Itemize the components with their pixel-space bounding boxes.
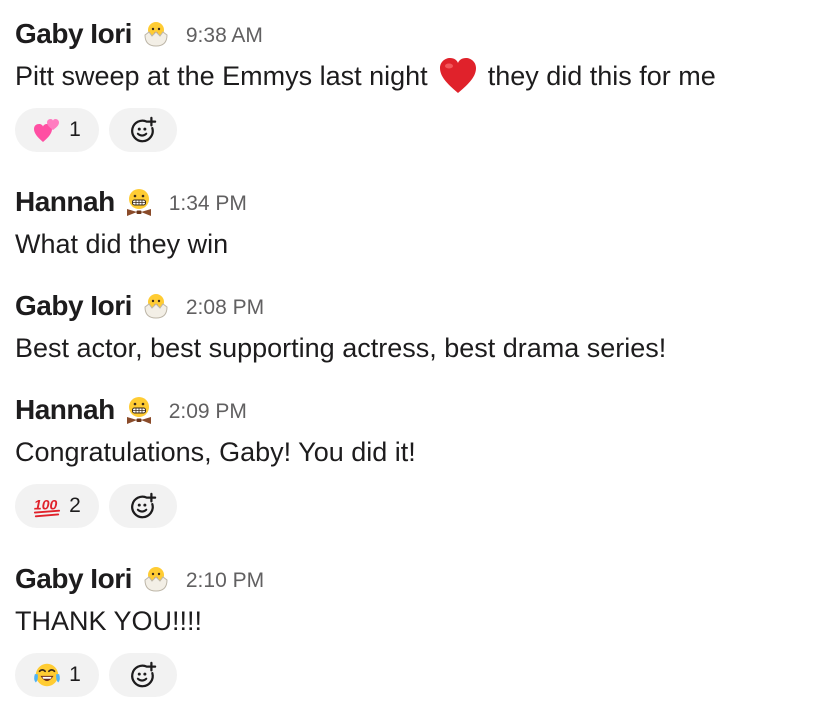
add-reaction-icon (129, 492, 157, 520)
hundred-points-icon: 100 (33, 492, 61, 520)
author-name[interactable]: Hannah (15, 394, 115, 426)
reaction-hundred-points[interactable]: 100 2 (15, 484, 99, 528)
red-heart-icon (436, 54, 480, 98)
author-name[interactable]: Gaby Iori (15, 18, 132, 50)
message-item: Hannah 2:09 PM Congratulations, Gaby! Yo… (15, 392, 812, 528)
timestamp[interactable]: 2:10 PM (186, 566, 264, 593)
timestamp[interactable]: 2:08 PM (186, 293, 264, 320)
hatching-chick-icon[interactable] (140, 290, 172, 322)
hatching-chick-icon[interactable] (140, 563, 172, 595)
message-text: Pitt sweep at the Emmys last night they … (15, 54, 812, 98)
message-item: Gaby Iori 9:38 AM Pitt sweep at the Emmy… (15, 16, 812, 152)
message-header: Gaby Iori 2:08 PM (15, 288, 812, 324)
tears-of-joy-icon (33, 661, 61, 689)
add-reaction-button[interactable] (109, 108, 177, 152)
timestamp[interactable]: 2:09 PM (169, 397, 247, 424)
message-text: Best actor, best supporting actress, bes… (15, 333, 667, 363)
reactions-bar: 1 (15, 108, 812, 152)
author-name[interactable]: Gaby Iori (15, 563, 132, 595)
timestamp[interactable]: 1:34 PM (169, 189, 247, 216)
reaction-count: 1 (69, 118, 81, 141)
message-item: Gaby Iori 2:08 PM Best actor, best suppo… (15, 288, 812, 370)
reaction-two-hearts[interactable]: 1 (15, 108, 99, 152)
message-header: Hannah 2:09 PM (15, 392, 812, 428)
author-name[interactable]: Gaby Iori (15, 290, 132, 322)
author-name[interactable]: Hannah (15, 186, 115, 218)
message-header: Hannah 1:34 PM (15, 184, 812, 220)
message-item: Gaby Iori 2:10 PM THANK YOU!!!! 1 (15, 561, 812, 697)
reaction-tears-of-joy[interactable]: 1 (15, 653, 99, 697)
message-text: Congratulations, Gaby! You did it! (15, 437, 416, 467)
message-header: Gaby Iori 2:10 PM (15, 561, 812, 597)
grimacing-bowtie-icon[interactable] (123, 186, 155, 218)
reactions-bar: 1 (15, 653, 812, 697)
timestamp[interactable]: 9:38 AM (186, 21, 263, 48)
message-item: Hannah 1:34 PM What did they win (15, 184, 812, 266)
add-reaction-icon (129, 116, 157, 144)
reaction-count: 2 (69, 494, 81, 517)
reactions-bar: 100 2 (15, 484, 812, 528)
message-text-part: Pitt sweep at the Emmys last night (15, 61, 428, 91)
message-text: THANK YOU!!!! (15, 606, 203, 636)
two-hearts-icon (33, 116, 61, 144)
grimacing-bowtie-icon[interactable] (123, 394, 155, 426)
add-reaction-icon (129, 661, 157, 689)
message-text: What did they win (15, 229, 229, 259)
hatching-chick-icon[interactable] (140, 18, 172, 50)
message-header: Gaby Iori 9:38 AM (15, 16, 812, 52)
reaction-count: 1 (69, 663, 81, 686)
add-reaction-button[interactable] (109, 484, 177, 528)
add-reaction-button[interactable] (109, 653, 177, 697)
message-text-part: they did this for me (487, 61, 716, 91)
